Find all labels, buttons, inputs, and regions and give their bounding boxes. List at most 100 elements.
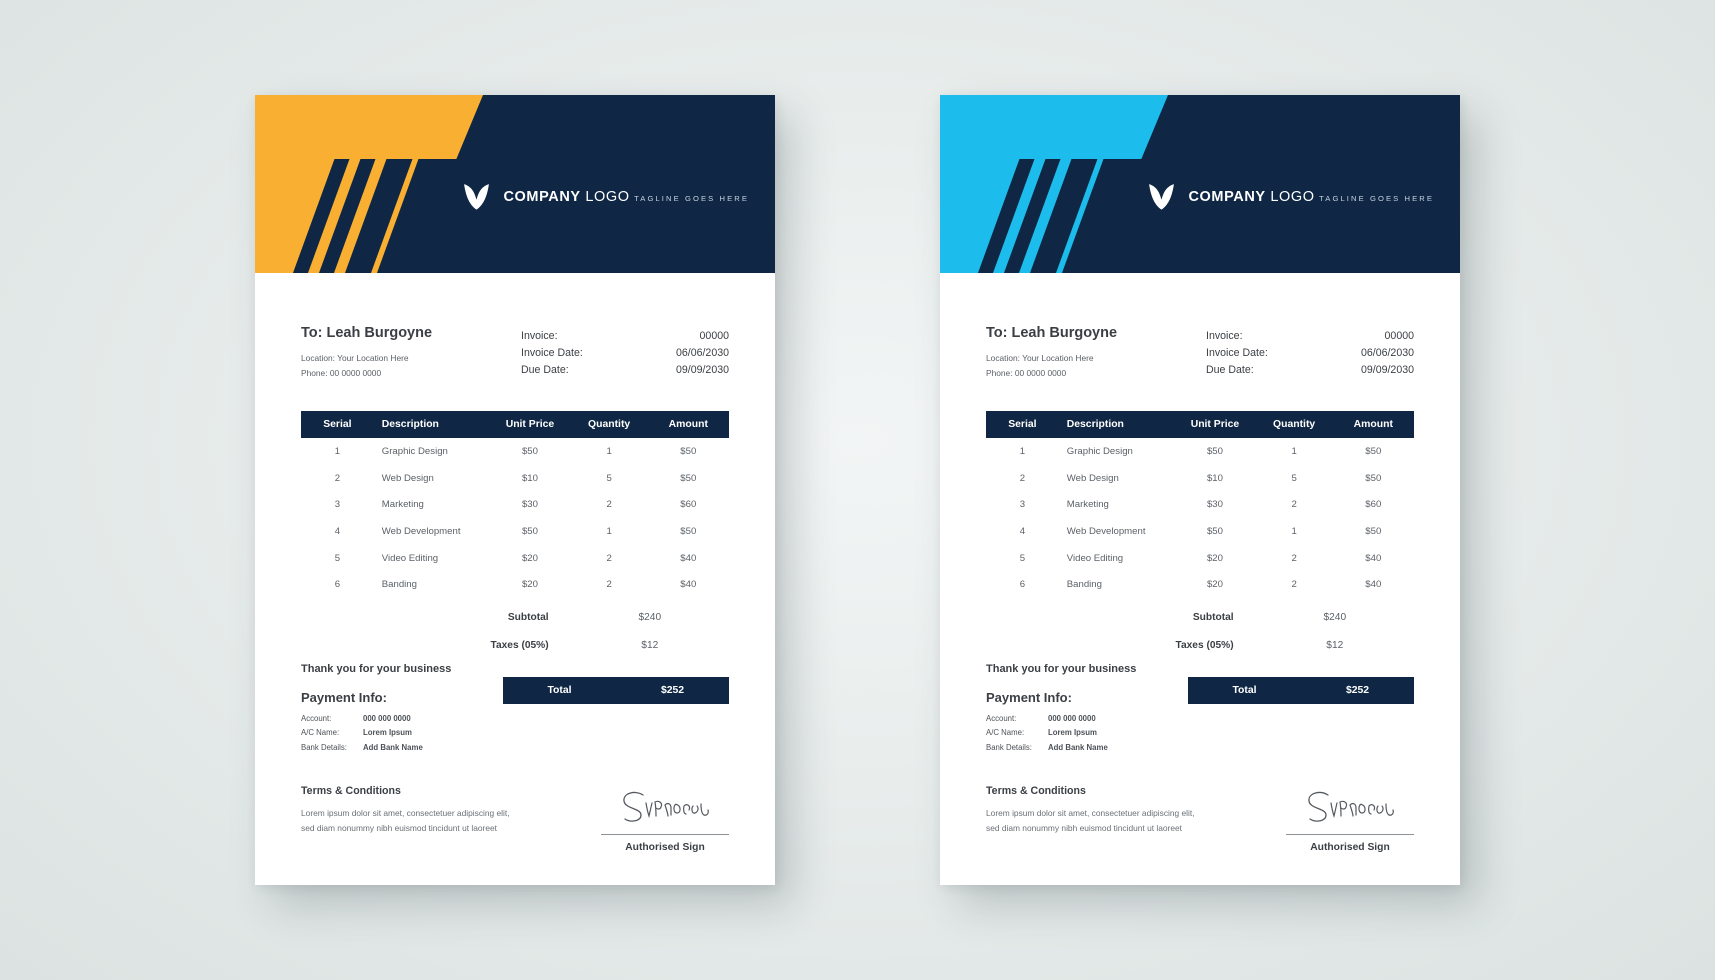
table-cell: Web Development (381, 525, 461, 537)
terms-text: Lorem ipsum dolor sit amet, consectetuer… (986, 808, 1195, 833)
table-row: 3 Marketing $30 2 $60 (986, 492, 1414, 519)
payment-info-row: Bank Details: Add Bank Name (301, 741, 451, 755)
table-cell: Web Design (1066, 472, 1119, 484)
total-value: $252 (660, 684, 685, 696)
bill-to-location: Location: Your Location Here (301, 353, 409, 363)
summary-row: Subtotal $240 (301, 604, 729, 631)
table-cell: $40 (680, 579, 697, 591)
thank-you-message: Thank you for your business (986, 662, 1137, 675)
invoice-footer-section: Thank you for your business Payment Info… (986, 661, 1414, 755)
table-cell: Web Design (381, 472, 434, 484)
invoice-meta-value: 00000 (1384, 330, 1414, 342)
table-body: 1 Graphic Design $50 1 $50 2 Web Design $10 5 $50… (301, 438, 729, 598)
invoice-header: COMPANY LOGO TAGLINE GOES HERE (255, 95, 775, 273)
signature-script-icon (1286, 787, 1414, 832)
table-cell: $30 (1206, 499, 1223, 511)
logo-name-light: LOGO (1270, 188, 1315, 205)
table-column-header: Quantity (1273, 419, 1316, 431)
table-cell: 5 (1019, 552, 1026, 564)
table-cell: $10 (1206, 472, 1223, 484)
logo-tagline: TAGLINE GOES HERE (1319, 193, 1434, 203)
table-cell: $50 (1206, 525, 1223, 537)
table-header-row: Serial Description Unit Price Quantity Amoun… (986, 411, 1414, 439)
signature-rule (601, 834, 729, 836)
table-cell: 2 (606, 579, 612, 591)
terms-block: Terms & Conditions Lorem ipsum dolor sit… (986, 785, 1206, 835)
table-cell: Banding (1066, 579, 1102, 591)
table-cell: $30 (521, 499, 538, 511)
invoice-meta-value: 06/06/2030 (675, 347, 729, 360)
terms-and-signature-section: Terms & Conditions Lorem ipsum dolor sit… (986, 785, 1414, 853)
table-cell: Graphic Design (381, 446, 448, 458)
total-bar: Total $252 (1188, 676, 1414, 704)
signature-rule (1286, 834, 1414, 836)
logo-name: COMPANY LOGO (1188, 189, 1314, 205)
table-column-header: Amount (668, 419, 708, 431)
table-row: 5 Video Editing $20 2 $40 (986, 545, 1414, 572)
table-cell: 1 (1291, 446, 1297, 458)
payment-info-row: Account: 000 000 0000 (301, 712, 451, 726)
table-cell: $50 (521, 446, 538, 458)
table-cell: Graphic Design (1066, 446, 1133, 458)
invoice-meta-list: Invoice: 00000 Invoice Date: 06/06/2030 Due … (1206, 325, 1414, 380)
payment-info-key: A/C Name: (301, 728, 340, 738)
payment-info-title: Payment Info: (301, 689, 387, 705)
payment-info-rows: Account: 000 000 0000 A/C Name: Lorem Ipsum… (301, 712, 451, 755)
table-cell: 4 (1019, 525, 1026, 537)
invoice-meta-row: Due Date: 09/09/2030 (521, 362, 729, 379)
table-row: 2 Web Design $10 5 $50 (301, 465, 729, 492)
table-row: 1 Graphic Design $50 1 $50 (301, 438, 729, 465)
table-cell: $40 (1365, 552, 1382, 564)
payment-info-key: Bank Details: (301, 742, 347, 752)
company-logo: COMPANY LOGO TAGLINE GOES HERE (461, 181, 749, 212)
summary-label: Subtotal (1192, 611, 1234, 623)
invoice-meta-row: Due Date: 09/09/2030 (1206, 362, 1414, 379)
table-cell: 3 (1019, 499, 1026, 511)
table-cell: $50 (521, 525, 538, 537)
logo-name-bold: COMPANY (503, 188, 581, 205)
table-row: 4 Web Development $50 1 $50 (986, 518, 1414, 545)
bill-to-location: Location: Your Location Here (986, 353, 1094, 363)
payment-info-row: A/C Name: Lorem Ipsum (986, 726, 1136, 740)
table-cell: 3 (334, 499, 341, 511)
payment-info-value: Lorem Ipsum (363, 728, 412, 738)
butterfly-mark-icon (461, 181, 492, 212)
payment-info-key: Bank Details: (986, 742, 1032, 752)
signature-block: Authorised Sign (601, 785, 729, 853)
company-logo: COMPANY LOGO TAGLINE GOES HERE (1146, 181, 1434, 212)
table-row: 5 Video Editing $20 2 $40 (301, 545, 729, 572)
invoice-meta-list: Invoice: 00000 Invoice Date: 06/06/2030 Due … (521, 325, 729, 380)
table-cell: $40 (680, 552, 697, 564)
table-cell: $50 (1365, 525, 1382, 537)
table-cell: 1 (334, 446, 341, 458)
summary-value: $240 (638, 611, 662, 623)
bill-to-block: To: Leah Burgoyne Location: Your Locatio… (301, 325, 432, 380)
invoice-meta-row: Invoice Date: 06/06/2030 (1206, 345, 1414, 362)
table-column-header: Amount (1353, 419, 1393, 431)
table-cell: 5 (334, 552, 341, 564)
payment-info-value: Add Bank Name (1048, 742, 1108, 752)
total-label: Total (547, 684, 572, 696)
invoice-meta-value: 09/09/2030 (675, 364, 729, 377)
table-cell: $50 (680, 525, 697, 537)
table-cell: Marketing (1066, 499, 1109, 511)
summary-label: Taxes (05%) (1175, 639, 1234, 651)
invoice-header: COMPANY LOGO TAGLINE GOES HERE (940, 95, 1460, 273)
invoice-meta-row: Invoice: 00000 (1206, 328, 1414, 345)
table-cell: $40 (1365, 579, 1382, 591)
signature-script-icon (601, 787, 729, 832)
invoice-card-2: COMPANY LOGO TAGLINE GOES HERE To: Leah … (940, 95, 1460, 885)
table-cell: 5 (1291, 472, 1297, 484)
table-header-row: Serial Description Unit Price Quantity Amoun… (301, 411, 729, 439)
table-cell: $20 (1206, 579, 1223, 591)
table-column-header: Description (1066, 419, 1124, 431)
summary-value: $12 (641, 639, 659, 651)
table-cell: $20 (521, 552, 538, 564)
payment-info-value: Add Bank Name (363, 742, 423, 752)
payment-info-rows: Account: 000 000 0000 A/C Name: Lorem Ipsum… (986, 712, 1136, 755)
table-column-header: Unit Price (1190, 419, 1240, 431)
invoice-meta-section: To: Leah Burgoyne Location: Your Locatio… (986, 273, 1414, 380)
payment-info-key: Account: (301, 713, 332, 723)
bill-to-block: To: Leah Burgoyne Location: Your Locatio… (986, 325, 1117, 380)
invoice-meta-label: Invoice Date: (521, 347, 583, 360)
